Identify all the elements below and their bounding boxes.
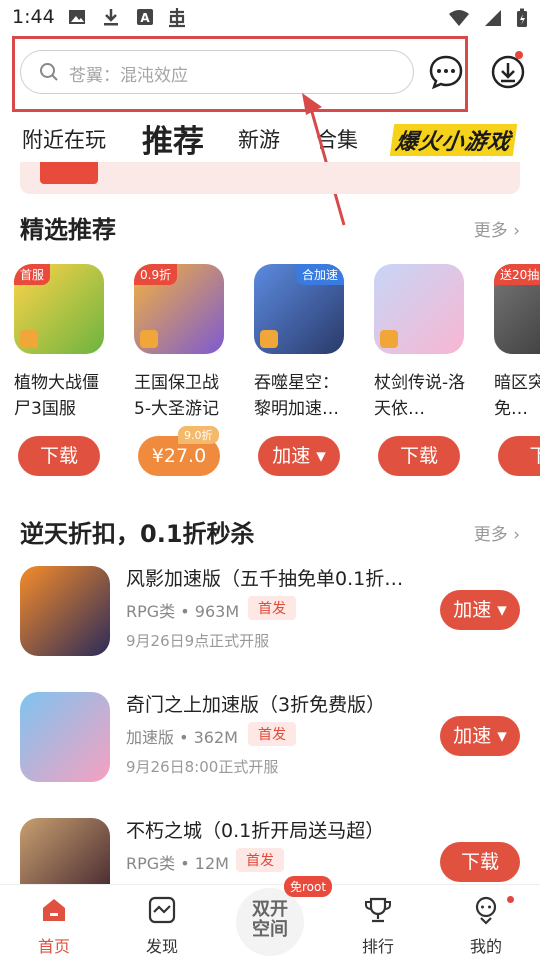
- category-tabs: 附近在玩 推荐 新游 合集 爆火小游戏: [0, 116, 540, 166]
- download-manager-icon[interactable]: [490, 54, 526, 90]
- download-button[interactable]: 下载: [18, 436, 100, 476]
- signal-icon: [485, 10, 501, 26]
- accelerate-button[interactable]: 加速 ▾: [440, 590, 520, 630]
- discover-icon: [148, 896, 176, 924]
- game-icon: [20, 818, 110, 884]
- game-icon: 送20抽: [494, 264, 540, 354]
- message-icon[interactable]: [428, 54, 464, 90]
- annotation-arrow: [302, 93, 346, 226]
- download-button[interactable]: 下载: [378, 436, 460, 476]
- search-placeholder: 苍翼：混沌效应: [69, 66, 188, 86]
- profile-icon: [475, 896, 497, 925]
- list-item[interactable]: 奇门之上加速版（3折免费版） 加速版 • 362M 首发 9月26日8:00正式…: [0, 692, 540, 812]
- battery-icon: [517, 8, 527, 27]
- status-time: 1:44: [12, 6, 55, 28]
- download-button[interactable]: 下: [498, 436, 540, 476]
- dual-space-button[interactable]: 双开 空间: [236, 888, 304, 956]
- nav-ranking[interactable]: 排行: [338, 895, 418, 957]
- tab-new[interactable]: 新游: [238, 124, 280, 154]
- search-icon: [40, 63, 58, 81]
- section-discount-title: 逆天折扣，0.1折秒杀: [20, 520, 255, 548]
- game-icon: [20, 566, 110, 656]
- status-badge: 首发: [248, 722, 296, 746]
- list-item[interactable]: 不朽之城（0.1折开局送马超） RPG类 • 12M 首发 下载: [0, 818, 540, 884]
- notification-dot: [515, 51, 523, 59]
- download-icon: [104, 9, 118, 26]
- root-badge: 免root: [284, 876, 333, 897]
- wifi-icon: [449, 10, 469, 26]
- discount-badge: 9.0折: [178, 426, 219, 444]
- banner-carousel[interactable]: [20, 162, 520, 194]
- section-featured-title: 精选推荐: [20, 216, 116, 244]
- tab-recommend[interactable]: 推荐: [142, 116, 204, 161]
- status-bar: 1:44 A: [0, 0, 540, 36]
- game-icon: [374, 264, 464, 354]
- bug-icon: [169, 8, 185, 28]
- game-icon: [20, 692, 110, 782]
- accelerate-button[interactable]: 加速 ▾: [440, 716, 520, 756]
- tab-nearby[interactable]: 附近在玩: [22, 124, 106, 154]
- trophy-icon: [365, 897, 391, 923]
- svg-text:A: A: [140, 11, 150, 25]
- nav-discover[interactable]: 发现: [122, 895, 202, 957]
- status-badge: 首发: [248, 596, 296, 620]
- game-icon: 首服: [14, 264, 104, 354]
- tab-mini-games[interactable]: 爆火小游戏: [389, 124, 518, 156]
- home-icon: [43, 899, 65, 921]
- status-right: [448, 8, 528, 28]
- section-discount-more[interactable]: 更多 ›: [474, 520, 520, 545]
- nav-home[interactable]: 首页: [14, 895, 94, 957]
- a-icon: A: [137, 9, 153, 25]
- list-item[interactable]: 风影加速版（五千抽免单0.1折… RPG类 • 963M 首发 9月26日9点正…: [0, 566, 540, 686]
- status-badge: 首发: [236, 848, 284, 872]
- download-button[interactable]: 下载: [440, 842, 520, 882]
- banner-logo: [40, 162, 98, 184]
- nav-me[interactable]: 我的: [446, 895, 526, 957]
- notification-dot: [507, 896, 514, 903]
- game-icon: 0.9折: [134, 264, 224, 354]
- section-featured-more[interactable]: 更多 ›: [474, 216, 520, 241]
- game-card[interactable]: 送20抽 暗区突围-免… 下: [494, 264, 540, 484]
- accelerate-button[interactable]: 加速 ▾: [258, 436, 340, 476]
- game-icon: 合加速: [254, 264, 344, 354]
- image-icon: [69, 10, 85, 24]
